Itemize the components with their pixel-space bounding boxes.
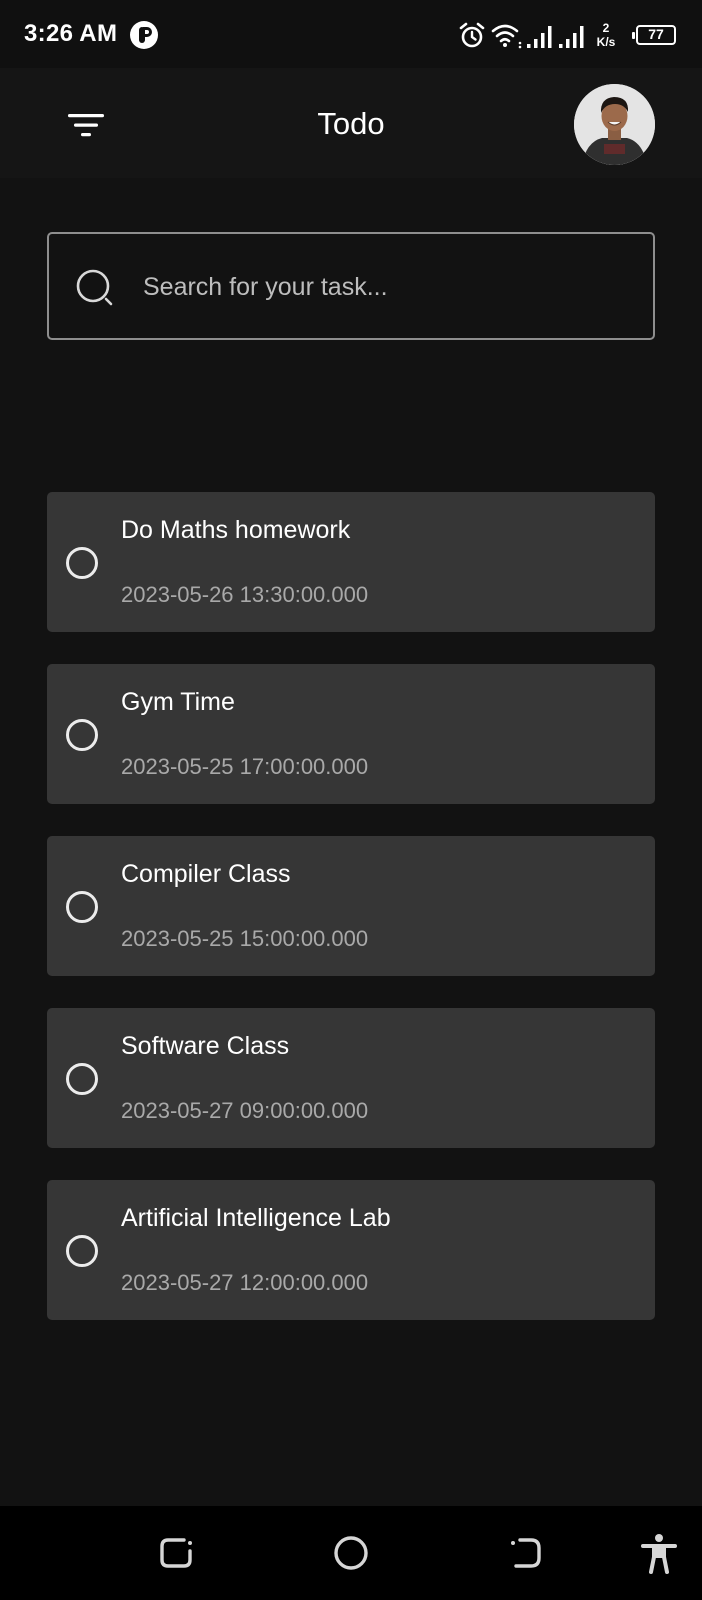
- task-datetime: 2023-05-25 15:00:00.000: [121, 926, 369, 951]
- home-icon[interactable]: [329, 1531, 373, 1575]
- task-checkbox[interactable]: [66, 891, 98, 923]
- user-avatar[interactable]: [574, 84, 655, 165]
- task-item[interactable]: Do Maths homework 2023-05-26 13:30:00.00…: [47, 492, 655, 632]
- network-speed-value: 2: [602, 21, 610, 35]
- alarm-icon: [459, 22, 485, 48]
- task-title: Compiler Class: [121, 860, 291, 888]
- task-title: Gym Time: [121, 688, 235, 716]
- recents-icon[interactable]: [154, 1531, 198, 1575]
- task-checkbox[interactable]: [66, 719, 98, 751]
- task-item[interactable]: Software Class 2023-05-27 09:00:00.000: [47, 1008, 655, 1148]
- app-notification-icon: [130, 21, 158, 49]
- battery-cap: [632, 32, 635, 39]
- battery-icon: 77: [632, 25, 676, 45]
- signal-icon: [527, 26, 552, 48]
- network-speed: 2 K/s: [592, 21, 620, 49]
- task-title: Do Maths homework: [121, 516, 351, 544]
- battery-level: 77: [648, 26, 664, 42]
- wifi-icon: [491, 24, 522, 49]
- back-icon[interactable]: [504, 1531, 548, 1575]
- task-datetime: 2023-05-27 09:00:00.000: [121, 1098, 369, 1123]
- task-datetime: 2023-05-25 17:00:00.000: [121, 754, 369, 779]
- task-item[interactable]: Gym Time 2023-05-25 17:00:00.000: [47, 664, 655, 804]
- app-bar: Todo: [0, 68, 702, 178]
- task-item[interactable]: Compiler Class 2023-05-25 15:00:00.000: [47, 836, 655, 976]
- status-icons: 2 K/s 77: [458, 18, 678, 52]
- system-navigation-bar: [0, 1506, 702, 1600]
- search-icon: [76, 269, 113, 306]
- search-bar[interactable]: [47, 232, 655, 340]
- signal-icon: [559, 26, 584, 48]
- task-checkbox[interactable]: [66, 547, 98, 579]
- accessibility-icon[interactable]: [637, 1531, 681, 1575]
- task-item[interactable]: Artificial Intelligence Lab 2023-05-27 1…: [47, 1180, 655, 1320]
- task-list: Do Maths homework 2023-05-26 13:30:00.00…: [47, 492, 655, 1352]
- todo-screen: 3:26 AM 2 K/s 77 Todo Search for your ta…: [0, 0, 702, 1600]
- task-datetime: 2023-05-27 12:00:00.000: [121, 1270, 369, 1295]
- avatar-image: [574, 84, 655, 165]
- status-time: 3:26 AM: [24, 20, 118, 47]
- task-datetime: 2023-05-26 13:30:00.000: [121, 582, 369, 607]
- task-checkbox[interactable]: [66, 1235, 98, 1267]
- task-checkbox[interactable]: [66, 1063, 98, 1095]
- task-title: Artificial Intelligence Lab: [121, 1204, 391, 1232]
- status-bar: 3:26 AM 2 K/s 77: [0, 0, 702, 68]
- network-speed-unit: K/s: [596, 35, 616, 49]
- task-title: Software Class: [121, 1032, 290, 1060]
- search-input[interactable]: [141, 262, 625, 312]
